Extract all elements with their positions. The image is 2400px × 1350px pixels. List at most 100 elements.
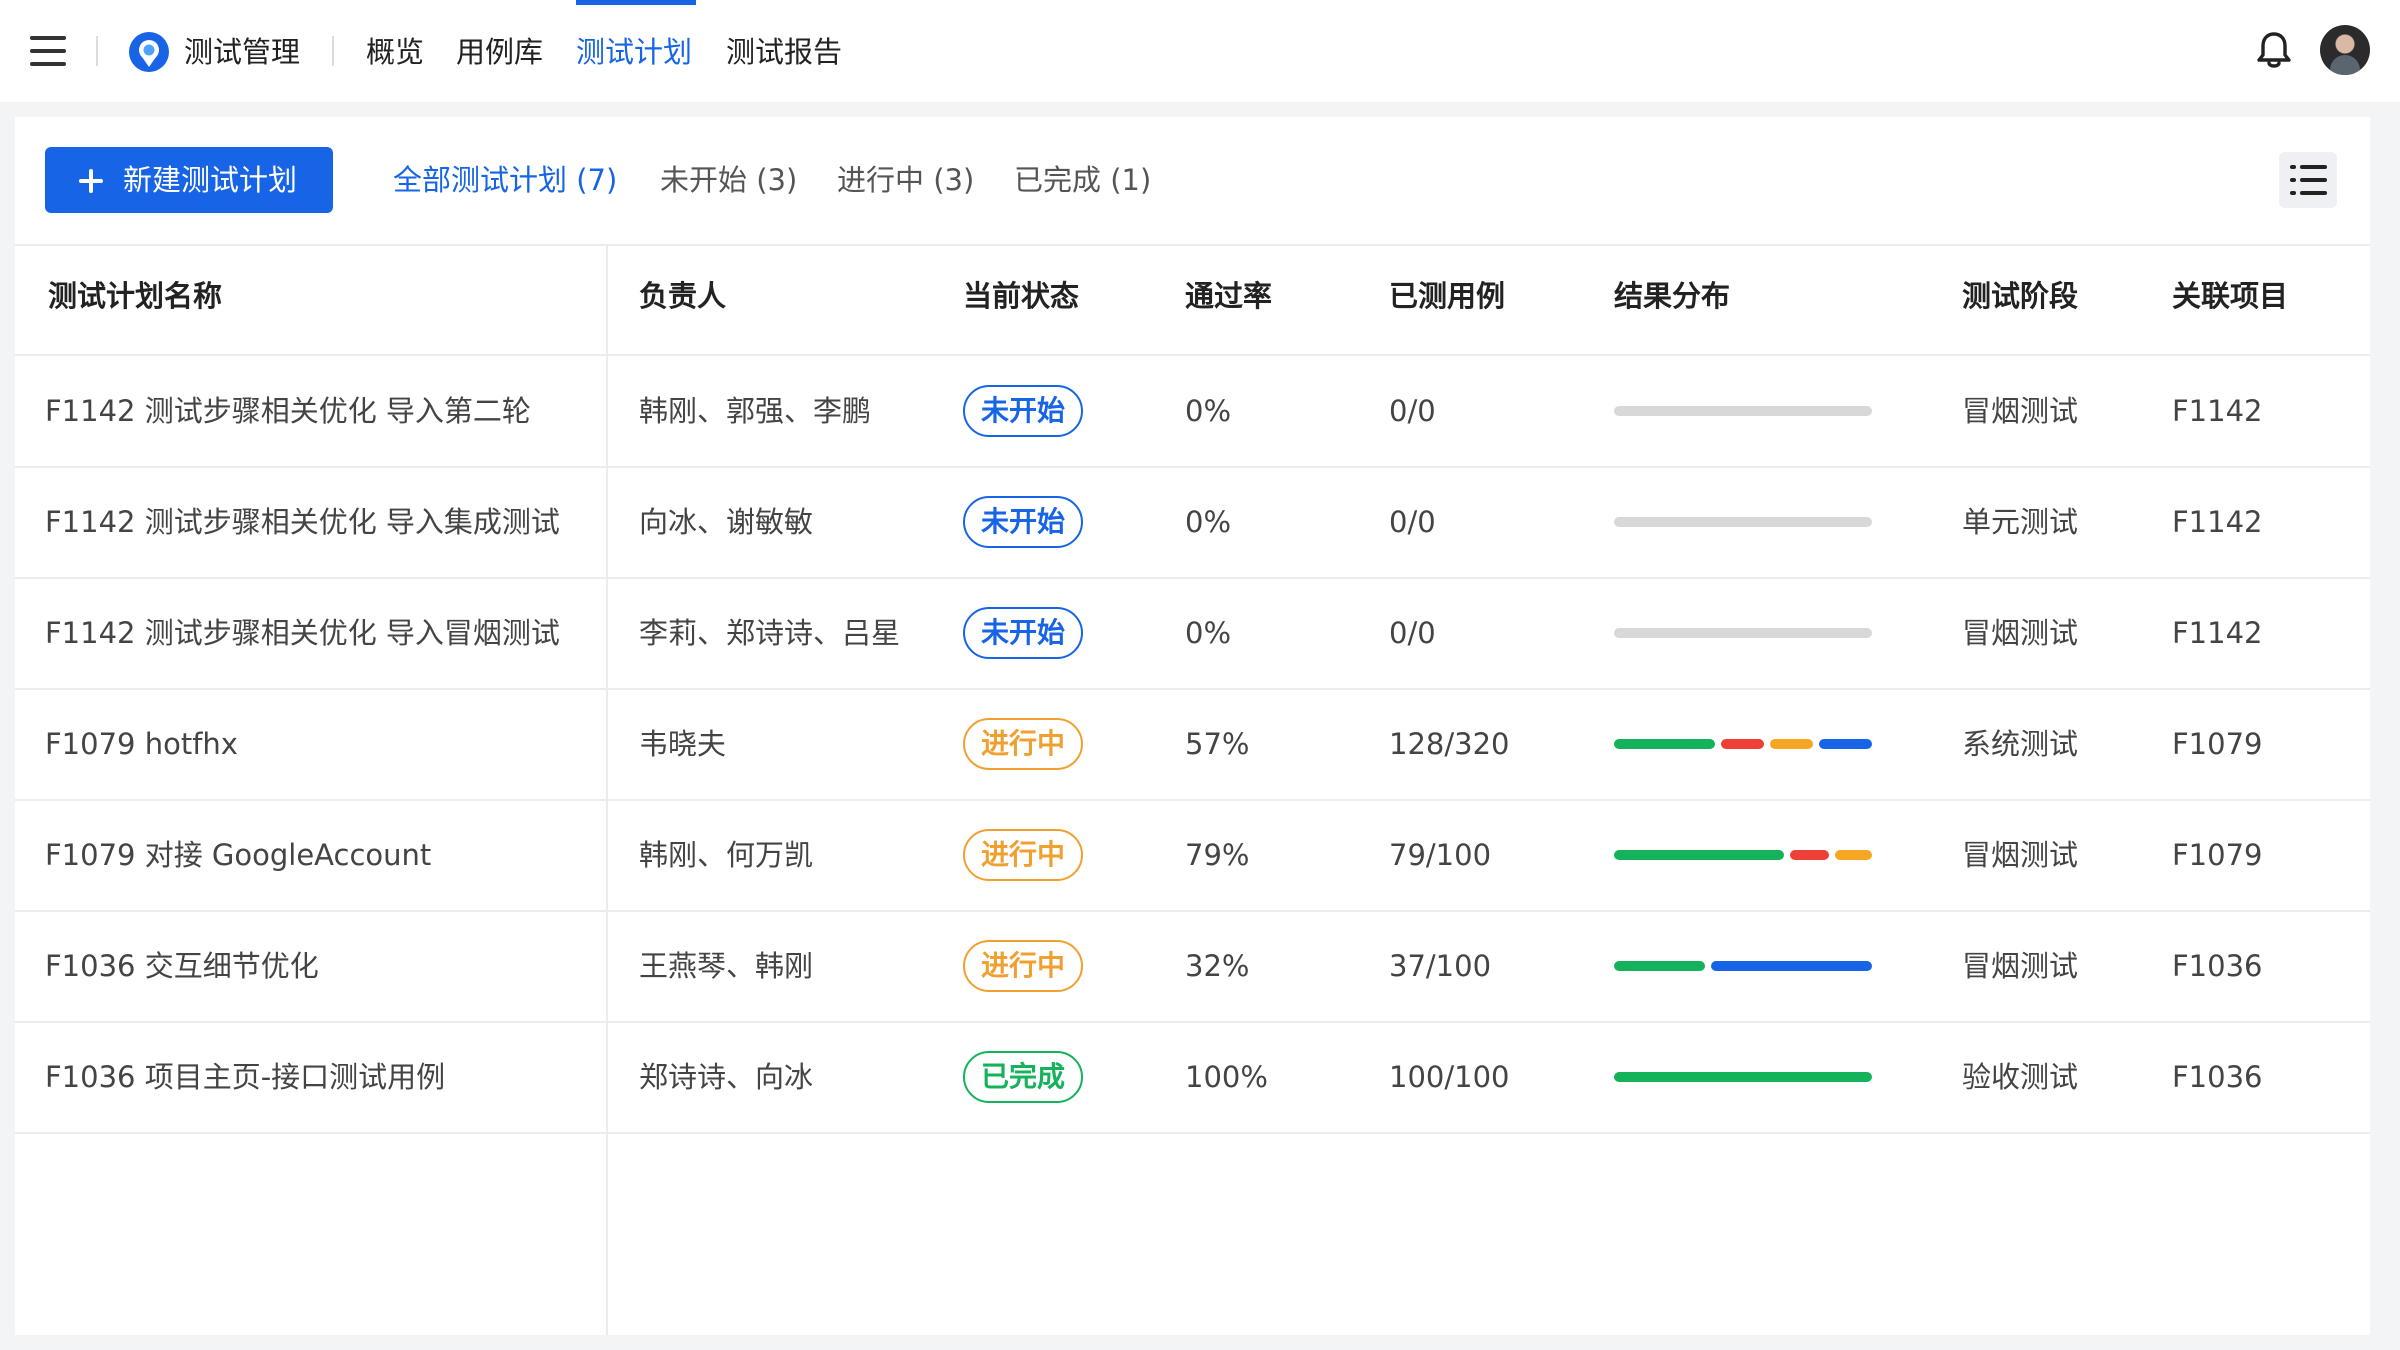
tab-test-report[interactable]: 测试报告 (726, 30, 842, 74)
test-stage-cell: 冒烟测试 (1962, 394, 2079, 428)
pass-rate-cell: 100% (1185, 1060, 1268, 1094)
new-test-plan-button[interactable]: 新建测试计划 (45, 147, 333, 213)
plan-name-cell: F1079 对接 GoogleAccount (45, 838, 432, 872)
table-row[interactable]: F1142 测试步骤相关优化 导入第二轮 韩刚、郭强、李鹏 未开始 0% 0/0 冒烟测试… (15, 356, 2370, 467)
distribution-segment (1614, 628, 1872, 638)
table-top-border (15, 244, 2370, 246)
tab-case-library[interactable]: 用例库 (456, 30, 543, 74)
column-header-distribution[interactable]: 结果分布 (1614, 274, 1730, 318)
column-header-owner[interactable]: 负责人 (639, 274, 726, 318)
tested-cases-cell: 128/320 (1389, 727, 1510, 761)
result-distribution-bar (1614, 961, 1872, 971)
top-bar: 测试管理 概览 用例库 测试计划 测试报告 (0, 0, 2400, 102)
tab-overview[interactable]: 概览 (366, 30, 424, 74)
table-row[interactable]: F1079 对接 GoogleAccount 韩刚、何万凯 进行中 79% 79/100… (15, 800, 2370, 911)
table-row[interactable]: F1142 测试步骤相关优化 导入冒烟测试 李莉、郑诗诗、吕星 未开始 0% 0/0 冒烟… (15, 578, 2370, 689)
result-distribution-bar (1614, 628, 1872, 638)
pass-rate-cell: 0% (1185, 394, 1232, 428)
test-stage-cell: 冒烟测试 (1962, 838, 2079, 872)
result-distribution-bar (1614, 1072, 1872, 1082)
test-plan-table: 测试计划名称 负责人 当前状态 通过率 已测用例 结果分布 测试阶段 关联项目 … (15, 244, 2370, 1335)
column-header-project[interactable]: 关联项目 (2172, 274, 2288, 318)
owner-cell: 韦晓夫 (639, 727, 727, 761)
result-distribution-bar (1614, 406, 1872, 416)
tested-cases-cell: 79/100 (1389, 838, 1492, 872)
project-cell: F1036 (2172, 949, 2263, 983)
distribution-segment (1614, 850, 1784, 860)
project-cell: F1036 (2172, 1060, 2263, 1094)
owner-cell: 李莉、郑诗诗、吕星 (639, 616, 901, 650)
column-header-tested[interactable]: 已测用例 (1389, 274, 1505, 318)
filter-done[interactable]: 已完成 (1) (1014, 158, 1151, 202)
table-row[interactable]: F1036 项目主页-接口测试用例 郑诗诗、向冰 已完成 100% 100/100 验收测… (15, 1022, 2370, 1133)
tested-cases-cell: 0/0 (1389, 505, 1436, 539)
filter-all[interactable]: 全部测试计划 (7) (393, 158, 617, 202)
tab-test-plan[interactable]: 测试计划 (576, 30, 692, 74)
app-logo-icon (129, 32, 169, 72)
column-header-stage[interactable]: 测试阶段 (1962, 274, 2078, 318)
filter-in-progress[interactable]: 进行中 (3) (837, 158, 974, 202)
test-stage-cell: 单元测试 (1962, 505, 2079, 539)
plan-name-cell: F1079 hotfhx (45, 727, 238, 761)
pass-rate-cell: 32% (1185, 949, 1250, 983)
status-badge: 未开始 (963, 607, 1083, 659)
row-divider (15, 1132, 2370, 1134)
bell-icon[interactable] (2256, 30, 2292, 70)
distribution-segment (1614, 1072, 1872, 1082)
new-test-plan-label: 新建测试计划 (123, 163, 298, 197)
distribution-segment (1819, 739, 1872, 749)
distribution-segment (1770, 739, 1813, 749)
tested-cases-cell: 37/100 (1389, 949, 1492, 983)
plan-name-cell: F1036 项目主页-接口测试用例 (45, 1060, 446, 1094)
table-row[interactable]: F1142 测试步骤相关优化 导入集成测试 向冰、谢敏敏 未开始 0% 0/0 单元测试 F… (15, 467, 2370, 578)
active-tab-indicator (576, 0, 696, 5)
owner-cell: 韩刚、郭强、李鹏 (639, 394, 872, 428)
project-cell: F1079 (2172, 838, 2263, 872)
project-cell: F1142 (2172, 394, 2263, 428)
status-badge: 进行中 (963, 829, 1083, 881)
test-stage-cell: 验收测试 (1962, 1060, 2079, 1094)
pass-rate-cell: 0% (1185, 616, 1232, 650)
divider (96, 36, 98, 66)
project-cell: F1142 (2172, 505, 2263, 539)
plan-name-cell: F1142 测试步骤相关优化 导入冒烟测试 (45, 616, 560, 650)
app-title: 测试管理 (184, 35, 301, 69)
owner-cell: 郑诗诗、向冰 (639, 1060, 814, 1094)
distribution-segment (1614, 517, 1872, 527)
column-header-name[interactable]: 测试计划名称 (48, 274, 222, 318)
result-distribution-bar (1614, 517, 1872, 527)
pass-rate-cell: 0% (1185, 505, 1232, 539)
test-stage-cell: 冒烟测试 (1962, 616, 2079, 650)
status-badge: 已完成 (963, 1051, 1083, 1103)
filter-not-started[interactable]: 未开始 (3) (660, 158, 797, 202)
owner-cell: 向冰、谢敏敏 (639, 505, 814, 539)
test-stage-cell: 系统测试 (1962, 727, 2079, 761)
distribution-segment (1614, 961, 1705, 971)
avatar[interactable] (2320, 25, 2370, 75)
hamburger-menu-icon[interactable] (30, 36, 66, 66)
status-badge: 进行中 (963, 718, 1083, 770)
owner-cell: 王燕琴、韩刚 (639, 949, 814, 983)
plan-name-cell: F1142 测试步骤相关优化 导入集成测试 (45, 505, 560, 539)
list-view-icon[interactable] (2279, 152, 2337, 208)
result-distribution-bar (1614, 850, 1872, 860)
table-row[interactable]: F1036 交互细节优化 王燕琴、韩刚 进行中 32% 37/100 冒烟测试 F1036 (15, 911, 2370, 1022)
pass-rate-cell: 57% (1185, 727, 1250, 761)
plus-icon (79, 169, 103, 193)
pass-rate-cell: 79% (1185, 838, 1250, 872)
project-cell: F1142 (2172, 616, 2263, 650)
owner-cell: 韩刚、何万凯 (639, 838, 814, 872)
test-stage-cell: 冒烟测试 (1962, 949, 2079, 983)
distribution-segment (1614, 739, 1715, 749)
tested-cases-cell: 0/0 (1389, 394, 1436, 428)
distribution-segment (1614, 406, 1872, 416)
status-badge: 未开始 (963, 385, 1083, 437)
tested-cases-cell: 0/0 (1389, 616, 1436, 650)
tested-cases-cell: 100/100 (1389, 1060, 1510, 1094)
main-panel: 新建测试计划 全部测试计划 (7) 未开始 (3) 进行中 (3) 已完成 (1… (15, 117, 2370, 1335)
table-row[interactable]: F1079 hotfhx 韦晓夫 进行中 57% 128/320 系统测试 F1079 (15, 689, 2370, 800)
column-header-status[interactable]: 当前状态 (963, 274, 1079, 318)
column-header-pass-rate[interactable]: 通过率 (1185, 274, 1272, 318)
divider (332, 36, 334, 66)
status-badge: 进行中 (963, 940, 1083, 992)
